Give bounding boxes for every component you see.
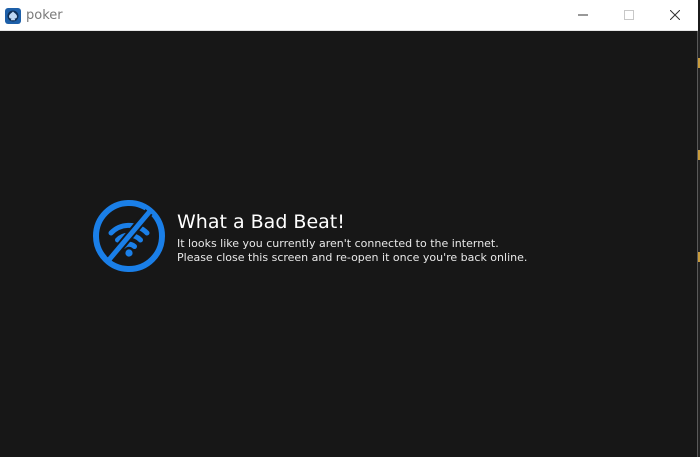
window-title: poker [26, 8, 63, 23]
error-message-line-1: It looks like you currently aren't conne… [177, 237, 499, 250]
close-icon [670, 10, 680, 20]
minimize-button[interactable] [560, 0, 606, 30]
poker-app-icon [5, 8, 21, 24]
title-bar[interactable]: poker [0, 0, 698, 31]
maximize-button[interactable] [606, 0, 652, 30]
error-message-line-2: Please close this screen and re-open it … [177, 251, 528, 264]
close-button[interactable] [652, 0, 698, 30]
error-heading: What a Bad Beat! [177, 211, 345, 233]
maximize-icon [624, 10, 634, 20]
minimize-icon [578, 14, 588, 16]
app-window: poker What a Bad Beat! It looks like you… [0, 0, 698, 457]
no-wifi-icon [93, 200, 165, 272]
offline-screen: What a Bad Beat! It looks like you curre… [0, 31, 698, 457]
